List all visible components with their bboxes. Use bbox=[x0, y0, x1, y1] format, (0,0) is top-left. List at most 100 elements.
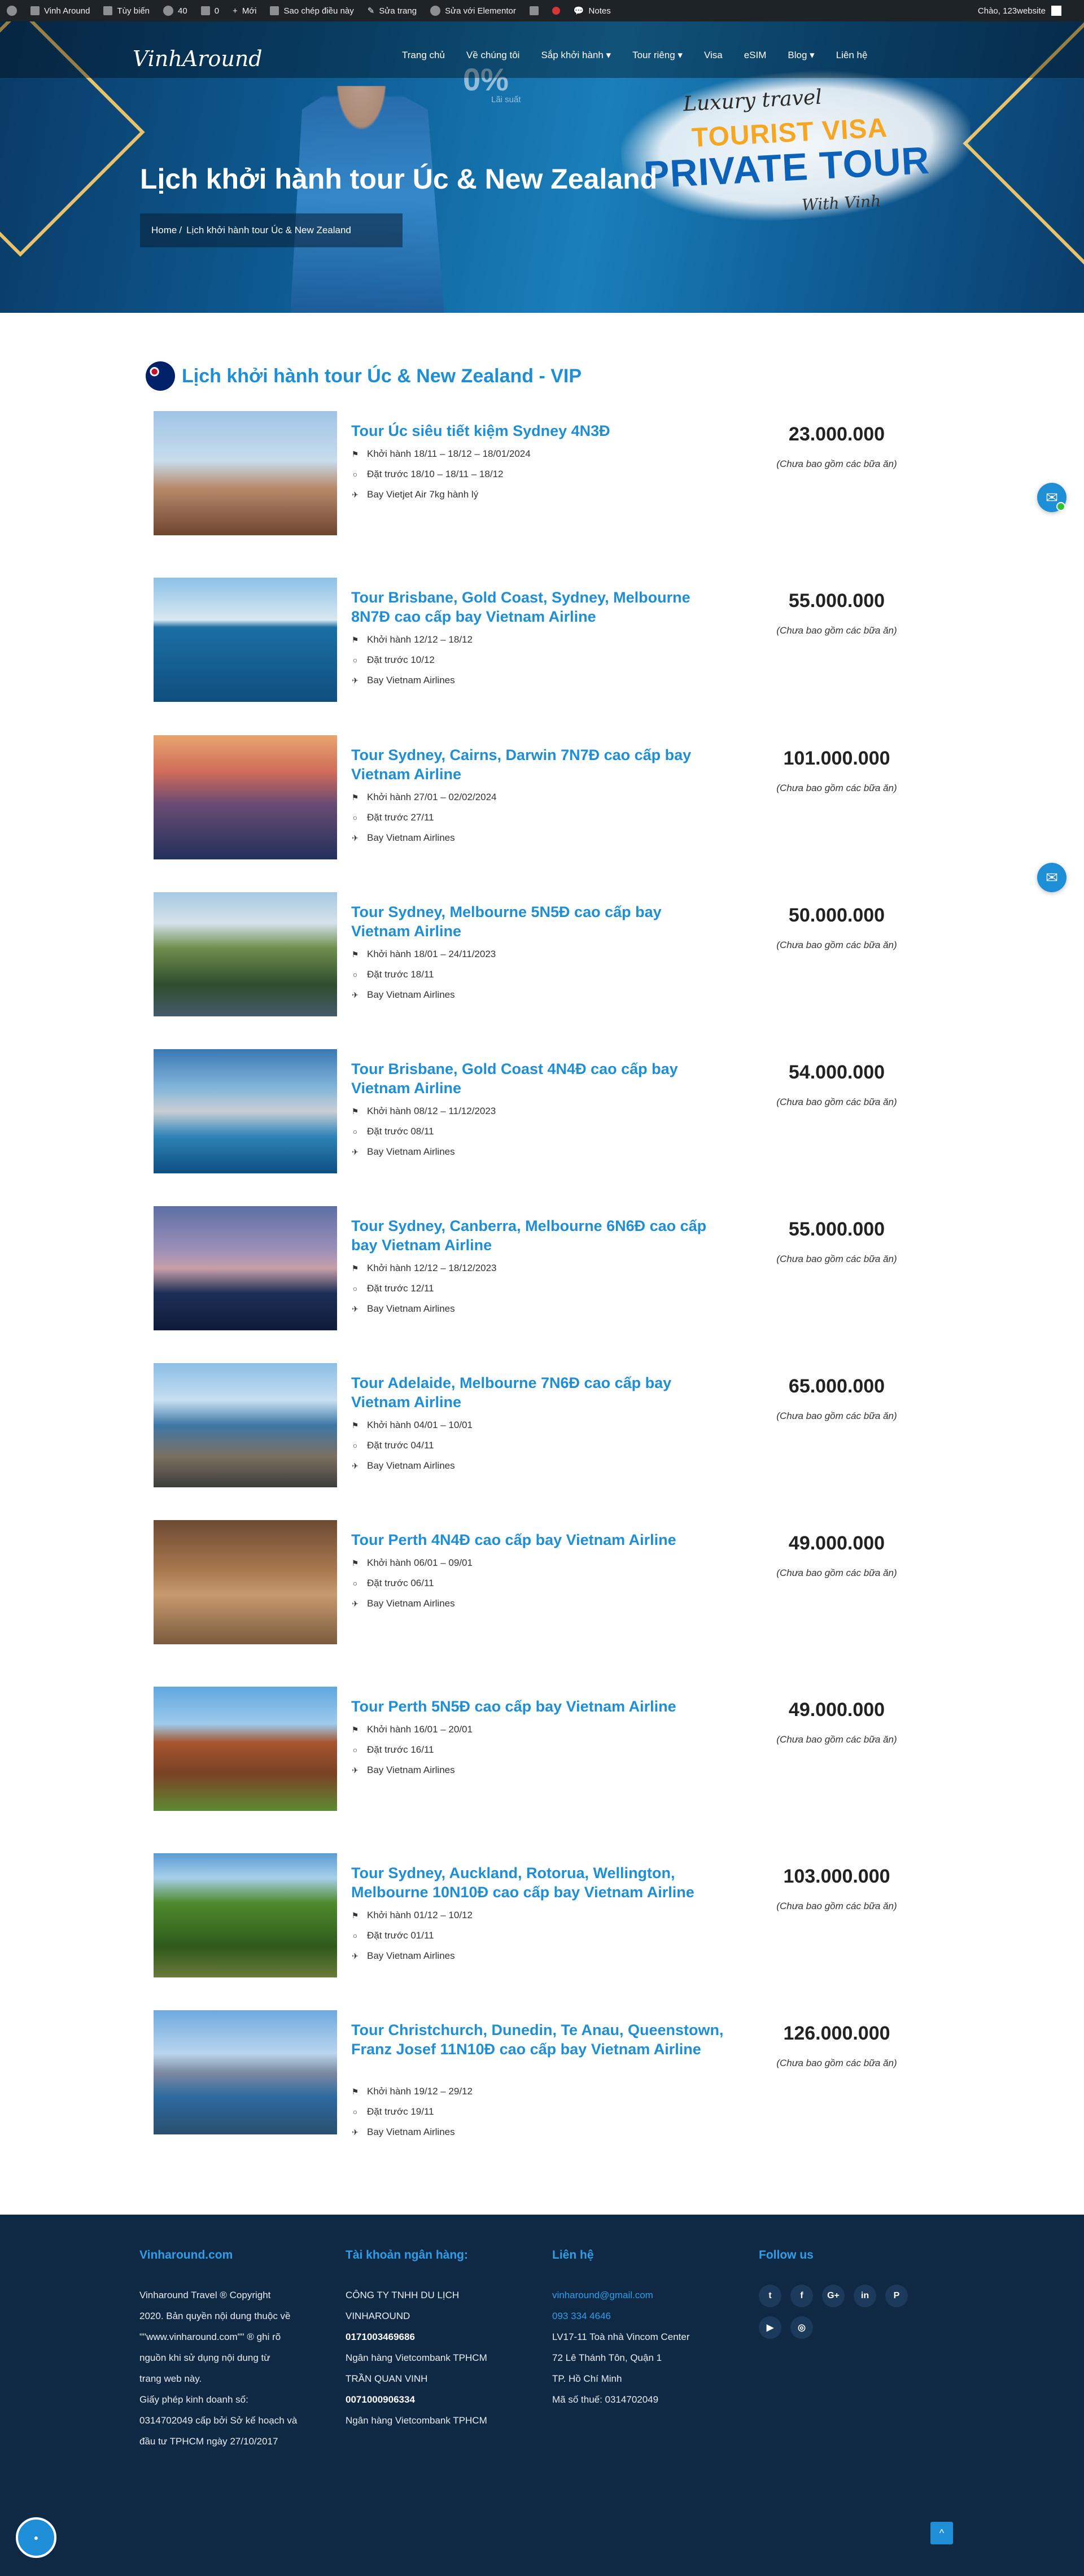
tour-title-link[interactable]: Tour Perth 5N5Đ cao cấp bay Vietnam Airl… bbox=[351, 1697, 724, 1716]
admin-notes[interactable]: 💬 Notes bbox=[567, 0, 618, 21]
home-icon bbox=[30, 6, 40, 15]
tour-thumbnail[interactable] bbox=[154, 735, 337, 859]
clock-icon: ○ bbox=[352, 2107, 358, 2116]
flag-icon: ⚑ bbox=[351, 949, 359, 959]
admin-comments[interactable]: 0 bbox=[194, 0, 226, 21]
menu-item-private-tour[interactable]: Tour riêng ▾ bbox=[632, 50, 683, 61]
tour-depart-text: Khởi hành 12/12 – 18/12/2023 bbox=[367, 1263, 497, 1273]
tour-depart-text: Khởi hành 18/01 – 24/11/2023 bbox=[367, 949, 496, 959]
wordpress-logo-icon[interactable] bbox=[0, 0, 24, 21]
tour-title-link[interactable]: Tour Brisbane, Gold Coast 4N4Đ cao cấp b… bbox=[351, 1059, 724, 1098]
tour-title-link[interactable]: Tour Christchurch, Dunedin, Te Anau, Que… bbox=[351, 2020, 724, 2059]
admin-customize-label: Tùy biến bbox=[117, 6, 150, 16]
tour-booking: ○ Đặt trước 08/11 bbox=[351, 1121, 724, 1142]
tour-booking-text: Đặt trước 06/11 bbox=[367, 1578, 434, 1588]
tour-depart: ⚑ Khởi hành 06/01 – 09/01 bbox=[351, 1553, 724, 1573]
plane-icon: ✈ bbox=[352, 833, 359, 842]
footer-phone-link[interactable]: 093 334 4646 bbox=[552, 2306, 738, 2326]
messenger-chat-button[interactable]: ✉ bbox=[1037, 483, 1066, 512]
twitter-icon[interactable]: t bbox=[759, 2285, 781, 2307]
footer-bank-name: Ngân hàng Vietcombank TPHCM bbox=[346, 2352, 487, 2363]
tour-thumbnail[interactable] bbox=[154, 1363, 337, 1487]
breadcrumb: Home / Lịch khởi hành tour Úc & New Zeal… bbox=[140, 213, 403, 247]
tour-price: 55.000.000 bbox=[788, 1219, 885, 1240]
section-title: Lịch khởi hành tour Úc & New Zealand - V… bbox=[182, 365, 582, 387]
tour-thumbnail[interactable] bbox=[154, 1206, 337, 1330]
tour-thumbnail[interactable] bbox=[154, 2010, 337, 2134]
menu-item-about[interactable]: Về chúng tôi bbox=[466, 50, 520, 61]
menu-item-contact[interactable]: Liên hệ bbox=[836, 50, 868, 61]
instagram-icon[interactable]: ◎ bbox=[790, 2316, 813, 2339]
menu-item-upcoming[interactable]: Sắp khởi hành ▾ bbox=[541, 50, 611, 61]
admin-account[interactable]: Chào, 123website bbox=[978, 0, 1061, 21]
tour-title-link[interactable]: Tour Adelaide, Melbourne 7N6Đ cao cấp ba… bbox=[351, 1373, 724, 1412]
tour-thumbnail[interactable] bbox=[154, 1049, 337, 1173]
social-links: t f G+ in P ▶ ◎ bbox=[759, 2285, 928, 2339]
tour-thumbnail[interactable] bbox=[154, 1687, 337, 1811]
footer-company: VINHAROUND bbox=[346, 2311, 410, 2321]
footer-address: 72 Lê Thánh Tôn, Quận 1 bbox=[552, 2352, 662, 2363]
messenger-chat-button-secondary[interactable]: ✉ bbox=[1037, 863, 1066, 892]
tour-booking: ○ Đặt trước 16/11 bbox=[351, 1740, 724, 1760]
tour-booking: ○ Đặt trước 10/12 bbox=[351, 650, 724, 670]
back-to-top-button[interactable]: ^ bbox=[930, 2522, 953, 2544]
tour-flight: ✈ Bay Vietnam Airlines bbox=[351, 1760, 724, 1780]
plane-icon: ✈ bbox=[352, 1461, 359, 1470]
admin-customize[interactable]: Tùy biến bbox=[97, 0, 156, 21]
admin-duplicate[interactable]: Sao chép điều này bbox=[263, 0, 360, 21]
tour-depart-text: Khởi hành 01/12 – 10/12 bbox=[367, 1910, 473, 1920]
tour-item: Tour Sydney, Canberra, Melbourne 6N6Đ ca… bbox=[154, 1206, 933, 1336]
tour-booking: ○ Đặt trước 18/10 – 18/11 – 18/12 bbox=[351, 464, 724, 484]
tour-price-note: (Chưa bao gồm các bữa ăn) bbox=[776, 2058, 897, 2068]
main-navigation: VinhAround Trang chủ Về chúng tôi Sắp kh… bbox=[0, 21, 1084, 78]
admin-elementor[interactable]: Sửa với Elementor bbox=[423, 0, 523, 21]
admin-seo-status[interactable] bbox=[545, 0, 567, 21]
breadcrumb-home[interactable]: Home bbox=[151, 225, 177, 236]
youtube-icon[interactable]: ▶ bbox=[759, 2316, 781, 2339]
admin-new[interactable]: + Mới bbox=[226, 0, 263, 21]
menu-item-esim[interactable]: eSIM bbox=[744, 50, 767, 61]
tour-booking: ○ Đặt trước 18/11 bbox=[351, 964, 724, 985]
menu-item-home[interactable]: Trang chủ bbox=[402, 50, 445, 61]
tour-title-link[interactable]: Tour Sydney, Auckland, Rotorua, Wellingt… bbox=[351, 1863, 724, 1902]
admin-updates[interactable]: 40 bbox=[156, 0, 194, 21]
tour-meta: ⚑ Khởi hành 01/12 – 10/12 ○ Đặt trước 01/11… bbox=[351, 1905, 724, 1966]
chat-widget-button[interactable]: ● bbox=[16, 2517, 56, 2558]
pinterest-icon[interactable]: P bbox=[885, 2285, 908, 2307]
site-logo[interactable]: VinhAround bbox=[133, 46, 263, 71]
tour-depart: ⚑ Khởi hành 08/12 – 11/12/2023 bbox=[351, 1101, 724, 1121]
tour-thumbnail[interactable] bbox=[154, 1853, 337, 1977]
plane-icon: ✈ bbox=[352, 1147, 359, 1156]
tour-flight-text: Bay Vietnam Airlines bbox=[367, 832, 455, 843]
linkedin-icon[interactable]: in bbox=[854, 2285, 876, 2307]
tour-depart: ⚑ Khởi hành 04/01 – 10/01 bbox=[351, 1415, 724, 1435]
menu-item-visa[interactable]: Visa bbox=[704, 50, 723, 61]
tour-thumbnail[interactable] bbox=[154, 892, 337, 1016]
tour-title-link[interactable]: Tour Brisbane, Gold Coast, Sydney, Melbo… bbox=[351, 588, 724, 626]
tour-booking: ○ Đặt trước 06/11 bbox=[351, 1573, 724, 1593]
tour-flight-text: Bay Vietjet Air 7kg hành lý bbox=[367, 489, 479, 500]
online-status-dot bbox=[1056, 502, 1065, 511]
tour-title-link[interactable]: Tour Sydney, Melbourne 5N5Đ cao cấp bay … bbox=[351, 902, 724, 941]
tour-title-link[interactable]: Tour Sydney, Cairns, Darwin 7N7Đ cao cấp… bbox=[351, 745, 724, 784]
page-title: Lịch khởi hành tour Úc & New Zealand bbox=[140, 163, 658, 195]
tour-title-link[interactable]: Tour Sydney, Canberra, Melbourne 6N6Đ ca… bbox=[351, 1216, 724, 1255]
admin-yoast[interactable] bbox=[523, 0, 545, 21]
admin-edit-page[interactable]: ✎ Sửa trang bbox=[361, 0, 423, 21]
footer-text: Vinharound Travel ® Copyright bbox=[139, 2290, 271, 2300]
tour-flight: ✈ Bay Vietnam Airlines bbox=[351, 670, 724, 691]
facebook-icon[interactable]: f bbox=[790, 2285, 813, 2307]
google-plus-icon[interactable]: G+ bbox=[822, 2285, 845, 2307]
tour-thumbnail[interactable] bbox=[154, 1520, 337, 1644]
menu-item-blog[interactable]: Blog ▾ bbox=[788, 50, 814, 61]
tour-thumbnail[interactable] bbox=[154, 411, 337, 535]
footer-account-number: 0071000906334 bbox=[346, 2394, 415, 2405]
site-footer: Vinharound.com Vinharound Travel ® Copyr… bbox=[0, 2215, 1084, 2576]
tour-thumbnail[interactable] bbox=[154, 578, 337, 702]
tour-title-link[interactable]: Tour Perth 4N4Đ cao cấp bay Vietnam Airl… bbox=[351, 1530, 724, 1549]
footer-email-link[interactable]: vinharound@gmail.com bbox=[552, 2285, 738, 2306]
tour-flight: ✈ Bay Vietnam Airlines bbox=[351, 1456, 724, 1476]
tour-title-link[interactable]: Tour Úc siêu tiết kiệm Sydney 4N3Đ bbox=[351, 421, 724, 440]
admin-site-name[interactable]: Vinh Around bbox=[24, 0, 97, 21]
tour-flight-text: Bay Vietnam Airlines bbox=[367, 2127, 455, 2137]
